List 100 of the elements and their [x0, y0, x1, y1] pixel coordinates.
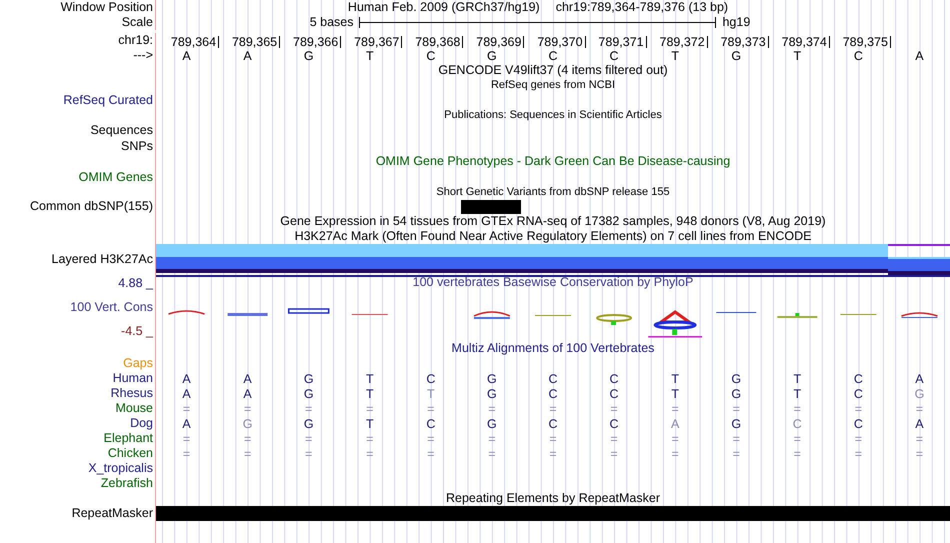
track-title: Repeating Elements by RepeatMasker — [446, 491, 660, 506]
alignment-base: = — [548, 432, 558, 446]
alignment-base: = — [487, 446, 497, 460]
alignment-base: T — [364, 416, 375, 430]
alignment-base: A — [242, 386, 253, 400]
base-position: 789,364 — [170, 36, 220, 48]
species-label[interactable]: Dog — [130, 416, 153, 431]
alignment-base: G — [302, 416, 315, 430]
conservation-logo — [474, 311, 510, 319]
alignment-base: T — [792, 386, 802, 400]
axis-max-label: 4.88 _ — [118, 276, 153, 290]
track-label[interactable]: RepeatMasker — [72, 506, 153, 521]
chromosome-label: chr19: — [118, 33, 153, 48]
alignment-base: = — [487, 402, 497, 416]
species-label[interactable]: Mouse — [115, 401, 153, 416]
reference-base: A — [242, 48, 253, 62]
track-label[interactable]: RefSeq Curated — [63, 92, 153, 108]
conservation-logo — [596, 314, 632, 325]
alignment-base: C — [852, 416, 864, 430]
alignment-base: = — [304, 402, 314, 416]
window-position-label: Window Position — [60, 0, 153, 15]
alignment-base: = — [182, 446, 192, 460]
reference-base: G — [486, 48, 498, 62]
alignment-base: C — [547, 416, 558, 430]
alignment-base: = — [854, 446, 864, 460]
base-position: 789,375 — [842, 36, 891, 48]
reference-base: T — [792, 48, 802, 62]
reference-base: G — [730, 48, 742, 62]
axis-min-label: -4.5 _ — [121, 324, 153, 338]
alignment-base: = — [914, 402, 924, 416]
conservation-logo — [777, 313, 818, 318]
base-position: 789,373 — [720, 36, 769, 48]
alignment-base: = — [242, 432, 252, 446]
reference-base: A — [181, 48, 192, 62]
base-position: 789,367 — [354, 36, 402, 48]
alignment-base: = — [548, 446, 558, 460]
alignment-base: C — [792, 416, 803, 430]
species-label[interactable]: Elephant — [104, 431, 153, 446]
conservation-logo — [228, 313, 268, 316]
alignment-base: T — [426, 386, 436, 400]
alignment-base: A — [914, 372, 925, 386]
alignment-base: = — [609, 432, 619, 446]
alignment-base: = — [304, 446, 314, 460]
conservation-logo — [288, 308, 330, 314]
track-label[interactable]: 100 Vert. Cons — [70, 300, 153, 314]
alignment-base: = — [732, 402, 741, 416]
alignment-base: A — [670, 416, 680, 430]
alignment-base: = — [365, 432, 374, 446]
conservation-logo — [168, 310, 205, 315]
alignment-base: = — [548, 402, 558, 416]
base-position: 789,372 — [660, 36, 708, 48]
track-label[interactable]: Common dbSNP(155) — [30, 199, 153, 214]
alignment-base: = — [609, 402, 619, 416]
reference-base: T — [670, 48, 680, 62]
alignment-base: = — [609, 446, 619, 460]
base-position: 789,368 — [415, 36, 464, 48]
base-position: 789,365 — [232, 36, 280, 48]
base-position: 789,374 — [782, 36, 830, 48]
alignment-base: C — [852, 372, 864, 386]
alignment-base: T — [364, 386, 375, 400]
alignment-base: = — [792, 446, 802, 460]
track-title: Gene Expression in 54 tissues from GTEx RNA-seq of 17382 samples, 948 donors (V8, Aug 2019) — [280, 214, 826, 229]
base-position: 789,366 — [293, 36, 342, 48]
alignment-base: = — [854, 432, 864, 446]
repeat-feature-bar[interactable] — [156, 506, 950, 521]
alignment-base: G — [242, 416, 254, 430]
alignment-base: C — [547, 372, 558, 386]
track-title: RefSeq genes from NCBI — [490, 78, 616, 92]
species-label[interactable]: Chicken — [108, 446, 153, 461]
alignment-base: C — [608, 372, 620, 386]
alignment-base: = — [426, 402, 436, 416]
track-label[interactable]: Sequences — [90, 122, 153, 138]
assembly-title: Human Feb. 2009 (GRCh37/hg19) — [348, 0, 540, 15]
alignment-base: G — [486, 416, 498, 430]
base-position: 789,370 — [537, 36, 586, 48]
track-title: OMIM Gene Phenotypes - Dark Green Can Be Disease-causing — [376, 154, 730, 169]
track-title: H3K27Ac Mark (Often Found Near Active Regulatory Elements) on 7 cell lines from ENCODE — [294, 229, 812, 244]
alignment-base: A — [181, 416, 192, 430]
alignment-base: G — [730, 372, 742, 386]
alignment-base: T — [792, 372, 802, 386]
conservation-logo — [901, 312, 938, 318]
alignment-base: T — [670, 372, 680, 386]
track-label[interactable]: Layered H3K27Ac — [52, 252, 153, 267]
alignment-base: G — [486, 386, 498, 400]
alignment-base: = — [670, 446, 680, 460]
alignment-base: G — [914, 386, 926, 400]
alignment-base: = — [914, 446, 924, 460]
species-label[interactable]: Rhesus — [110, 386, 153, 401]
scale-text: 5 bases — [310, 15, 354, 30]
alignment-base: = — [854, 402, 864, 416]
species-label[interactable]: Human — [112, 371, 153, 386]
reference-base: C — [547, 48, 558, 62]
species-label[interactable]: X_tropicalis — [88, 461, 153, 476]
track-label[interactable]: SNPs — [121, 138, 153, 154]
variant-feature[interactable] — [461, 200, 521, 214]
track-label[interactable]: OMIM Genes — [78, 170, 153, 184]
species-label[interactable]: Zebrafish — [100, 476, 153, 491]
alignment-base: = — [304, 432, 314, 446]
base-position: 789,371 — [598, 36, 647, 48]
alignment-base: = — [670, 432, 680, 446]
